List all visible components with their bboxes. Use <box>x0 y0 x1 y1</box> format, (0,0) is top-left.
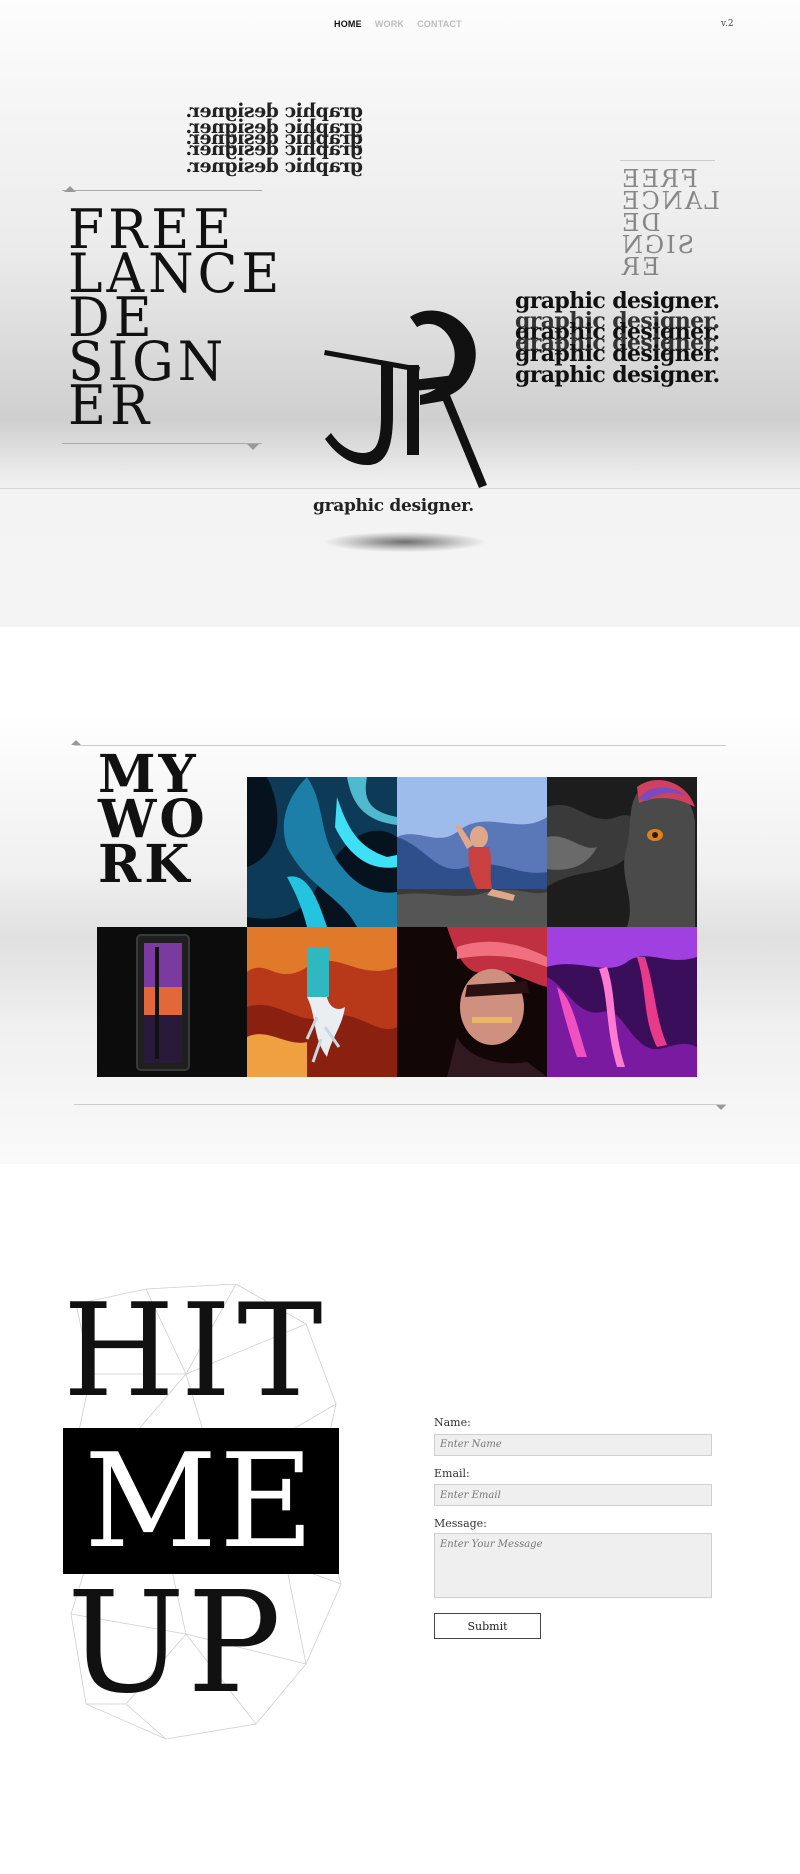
message-textarea[interactable] <box>434 1533 712 1598</box>
portfolio-tile-violet-liquid[interactable] <box>547 927 697 1077</box>
mirrored-title-bracket <box>620 160 715 161</box>
triangle-down-icon <box>247 444 259 450</box>
logo-shadow <box>325 532 485 552</box>
dark-door-sunset-artwork <box>97 927 247 1077</box>
orange-coral-artwork <box>247 927 397 1077</box>
email-input[interactable] <box>434 1484 712 1506</box>
cyan-abstract-artwork <box>247 777 397 927</box>
logo-caption: graphic designer. <box>313 496 474 516</box>
tagline: graphic designer. <box>515 362 720 388</box>
work-rule-bottom <box>74 1104 726 1105</box>
portfolio-tile-orange-coral[interactable] <box>247 927 397 1077</box>
contact-section: HIT ME UP Name: Email: Message: Submit <box>0 1164 800 1874</box>
mirrored-tagline-stack: graphic designer. graphic designer. grap… <box>186 100 363 177</box>
monogram-logo <box>324 310 487 488</box>
hero-title-line: ER <box>68 374 154 438</box>
name-input[interactable] <box>434 1433 712 1456</box>
title-bracket-bottom <box>62 443 262 444</box>
triangle-up-icon <box>64 186 76 192</box>
portfolio-tile-glitch-portrait[interactable] <box>397 927 547 1077</box>
mirrored-tagline: graphic designer. <box>186 138 363 160</box>
version-label: v.2 <box>721 19 734 29</box>
portfolio-tile-marbled-bust[interactable] <box>547 777 697 927</box>
work-section: MY WO RK <box>0 712 800 1164</box>
marbled-bust-artwork <box>547 777 697 927</box>
work-title-line: RK <box>98 834 193 895</box>
mirrored-title-line: ER <box>620 253 660 281</box>
email-label: Email: <box>434 1466 470 1480</box>
violet-liquid-artwork <box>547 927 697 1077</box>
work-title: MY WO RK <box>98 749 208 895</box>
nav-links: HOME WORK CONTACT <box>334 19 462 29</box>
portfolio-tile-blue-surreal[interactable] <box>397 777 547 927</box>
triangle-down-icon <box>716 1105 726 1110</box>
nav-link-contact[interactable]: CONTACT <box>417 19 462 29</box>
hero-title: FREE LANCE DE SIGN ER <box>68 203 283 438</box>
title-bracket-top <box>62 190 262 191</box>
nav-link-home[interactable]: HOME <box>334 19 362 29</box>
message-label: Message: <box>434 1517 487 1530</box>
mirrored-tagline: graphic designer. <box>186 155 363 177</box>
contact-form: Name: Email: Message: Submit <box>434 1416 712 1639</box>
portfolio-tile-cyan-abstract[interactable] <box>247 777 397 927</box>
mirrored-title: FREE LANCE DE SIGN ER <box>620 165 720 281</box>
top-nav: HOME WORK CONTACT v.2 <box>0 0 800 50</box>
portfolio-tile-dark-door[interactable] <box>97 927 247 1077</box>
tagline: graphic designer. <box>515 341 720 367</box>
name-label: Name: <box>434 1416 471 1429</box>
blue-surreal-figure-artwork <box>397 777 547 927</box>
glitch-portrait-artwork <box>397 927 547 1077</box>
submit-button[interactable]: Submit <box>434 1613 541 1639</box>
contact-heading-line: UP <box>67 1562 284 1725</box>
contact-heading-line: ME <box>84 1425 317 1577</box>
tagline-stack: graphic designer. graphic designer. grap… <box>515 286 720 390</box>
hero-section: graphic designer. graphic designer. grap… <box>0 0 800 627</box>
nav-link-work[interactable]: WORK <box>375 19 404 29</box>
contact-heading-line: HIT <box>63 1277 329 1426</box>
